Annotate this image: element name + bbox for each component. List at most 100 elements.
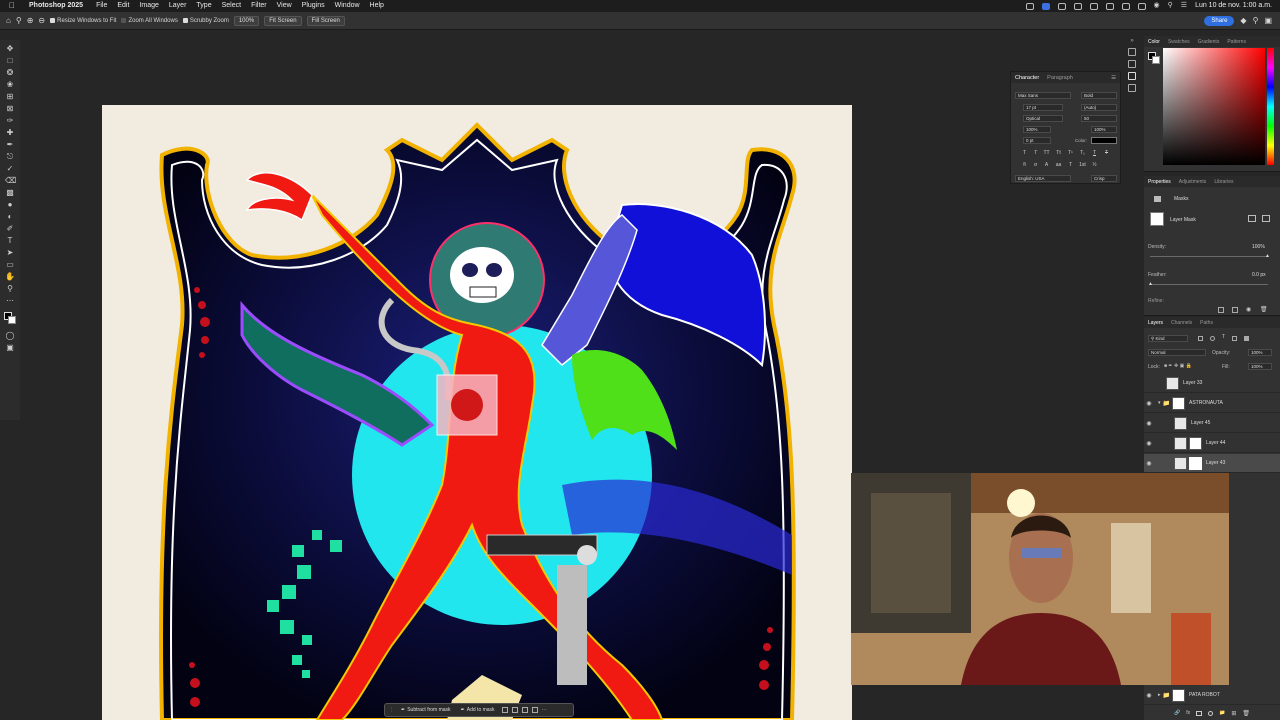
leading-field[interactable]: (Auto) bbox=[1081, 104, 1117, 111]
quick-mask-icon[interactable]: ◯ bbox=[5, 331, 15, 340]
brush-tool-icon[interactable]: ✒ bbox=[5, 140, 15, 149]
tab-paths[interactable]: Paths bbox=[1200, 320, 1213, 326]
document-canvas[interactable] bbox=[102, 105, 852, 720]
ligature-icon[interactable]: fi bbox=[1021, 162, 1028, 169]
battery-icon[interactable] bbox=[1137, 2, 1146, 10]
stamp-tool-icon[interactable]: ⎋ bbox=[5, 152, 15, 161]
layer-row[interactable]: ◉ Layer 45 bbox=[1144, 414, 1280, 433]
path-select-tool-icon[interactable]: ➤ bbox=[5, 248, 15, 257]
baseline-shift-field[interactable]: 0 pt bbox=[1023, 137, 1051, 144]
control-center-icon[interactable]: ☰ bbox=[1181, 0, 1187, 12]
menu-file[interactable]: File bbox=[91, 0, 112, 12]
mask-thumbnail[interactable] bbox=[1150, 212, 1164, 226]
menu-image[interactable]: Image bbox=[134, 0, 163, 12]
camera-icon[interactable] bbox=[1057, 2, 1066, 10]
kerning-field[interactable]: Optical bbox=[1023, 115, 1063, 122]
panel-menu-icon[interactable]: ☰ bbox=[1111, 75, 1120, 81]
invert-mask-icon[interactable] bbox=[511, 707, 518, 713]
menu-help[interactable]: Help bbox=[365, 0, 389, 12]
tab-character[interactable]: Character bbox=[1015, 75, 1039, 81]
dropbox-icon[interactable] bbox=[1089, 2, 1098, 10]
density-value[interactable]: 100% bbox=[1252, 244, 1265, 250]
fractions-icon[interactable]: ½ bbox=[1091, 162, 1098, 169]
mask-settings-icon[interactable] bbox=[531, 707, 538, 713]
adjustment-layer-icon[interactable] bbox=[1208, 710, 1214, 716]
cloud-icon[interactable] bbox=[1073, 2, 1082, 10]
filter-smart-icon[interactable] bbox=[1244, 336, 1249, 341]
feather-value[interactable]: 0.0 px bbox=[1252, 272, 1266, 278]
layer-name[interactable]: Layer 45 bbox=[1191, 420, 1210, 426]
color-field[interactable] bbox=[1163, 48, 1265, 165]
add-mask-icon[interactable] bbox=[1248, 215, 1256, 222]
subtract-from-mask-button[interactable]: ✒ Subtract from mask bbox=[398, 706, 454, 714]
workspace-icon[interactable]: ▣ bbox=[1264, 16, 1272, 25]
visibility-toggle-icon[interactable]: ◉ bbox=[1144, 692, 1154, 699]
filter-adjust-icon[interactable] bbox=[1210, 336, 1215, 341]
layer-row[interactable]: ◉ Layer 44 bbox=[1144, 434, 1280, 453]
titling-icon[interactable]: T bbox=[1067, 162, 1074, 169]
layer-name[interactable]: Layer 44 bbox=[1206, 440, 1225, 446]
layer-name[interactable]: Layer 33 bbox=[1183, 380, 1202, 386]
all-caps-icon[interactable]: TT bbox=[1043, 150, 1050, 157]
ordinals-icon[interactable]: 1st bbox=[1079, 162, 1086, 169]
fill-mask-icon[interactable] bbox=[521, 707, 528, 713]
alternates-icon[interactable]: aa bbox=[1055, 162, 1062, 169]
shape-tool-icon[interactable]: ▭ bbox=[5, 260, 15, 269]
layer-row[interactable]: Layer 33 bbox=[1144, 374, 1280, 393]
layer-group-row[interactable]: ◉ ▸ 📁 PATA ROBOT bbox=[1144, 686, 1280, 705]
superscript-icon[interactable]: T¹ bbox=[1067, 150, 1074, 157]
more-tools-icon[interactable]: ⋯ bbox=[5, 296, 15, 305]
quick-select-tool-icon[interactable]: ❀ bbox=[5, 80, 15, 89]
apple-icon[interactable]:  bbox=[0, 0, 24, 12]
share-button[interactable]: Share bbox=[1204, 15, 1235, 26]
swash-icon[interactable]: A bbox=[1043, 162, 1050, 169]
tab-properties[interactable]: Properties bbox=[1148, 179, 1171, 185]
home-icon[interactable]: ⌂ bbox=[6, 16, 11, 25]
zoom-all-checkbox[interactable]: Zoom All Windows bbox=[121, 18, 178, 24]
tab-paragraph[interactable]: Paragraph bbox=[1047, 75, 1073, 81]
feather-slider[interactable] bbox=[1150, 284, 1268, 285]
antialias-field[interactable]: Crisp bbox=[1091, 175, 1117, 182]
hue-slider[interactable] bbox=[1267, 48, 1274, 165]
panel-icon-comments[interactable] bbox=[1128, 48, 1136, 56]
background-color-swatch[interactable] bbox=[1152, 56, 1160, 64]
new-group-icon[interactable]: 📁 bbox=[1219, 710, 1225, 716]
expand-chevron-icon[interactable]: ▸ bbox=[1158, 692, 1161, 698]
feather-slider-thumb[interactable]: ▲ bbox=[1148, 281, 1153, 287]
apply-mask-icon[interactable] bbox=[1232, 307, 1238, 313]
eyedropper-tool-icon[interactable]: ✑ bbox=[5, 116, 15, 125]
visibility-toggle-icon[interactable]: ◉ bbox=[1144, 400, 1154, 407]
workspace-search-icon[interactable]: ⚲ bbox=[1253, 16, 1259, 25]
text-color-swatch[interactable] bbox=[1091, 137, 1117, 144]
healing-tool-icon[interactable]: ✚ bbox=[5, 128, 15, 137]
tab-channels[interactable]: Channels bbox=[1171, 320, 1192, 326]
marquee-tool-icon[interactable]: □ bbox=[5, 56, 15, 65]
control-icon[interactable] bbox=[1105, 2, 1114, 10]
pen-tool-icon[interactable]: ✐ bbox=[5, 224, 15, 233]
new-layer-icon[interactable]: ⊞ bbox=[1231, 710, 1236, 717]
vector-mask-icon[interactable] bbox=[1262, 215, 1270, 222]
tab-adjustments[interactable]: Adjustments bbox=[1179, 179, 1207, 185]
density-slider[interactable] bbox=[1150, 256, 1268, 257]
density-slider-thumb[interactable]: ▲ bbox=[1265, 253, 1270, 259]
font-style-field[interactable]: Bold bbox=[1081, 92, 1117, 99]
tab-swatches[interactable]: Swatches bbox=[1168, 39, 1190, 45]
learn-icon[interactable]: ◆ bbox=[1240, 16, 1246, 25]
horizontal-scale-field[interactable]: 100% bbox=[1091, 126, 1117, 133]
tracking-field[interactable]: 50 bbox=[1081, 115, 1117, 122]
frame-tool-icon[interactable]: ⊠ bbox=[5, 104, 15, 113]
add-mask-footer-icon[interactable] bbox=[1196, 710, 1203, 716]
more-options-icon[interactable]: ⋯ bbox=[542, 707, 547, 713]
panel-icon-character[interactable] bbox=[1128, 72, 1136, 80]
visibility-toggle-icon[interactable]: ◉ bbox=[1144, 420, 1154, 427]
menu-filter[interactable]: Filter bbox=[246, 0, 272, 12]
strikethrough-icon[interactable]: T bbox=[1103, 150, 1110, 157]
recording-icon[interactable] bbox=[1041, 2, 1050, 10]
menu-select[interactable]: Select bbox=[217, 0, 246, 12]
screen-record-icon[interactable] bbox=[1025, 2, 1034, 10]
scrubby-zoom-checkbox[interactable]: Scrubby Zoom bbox=[182, 18, 229, 24]
expand-chevron-icon[interactable]: ▾ bbox=[1158, 400, 1161, 406]
menu-type[interactable]: Type bbox=[191, 0, 216, 12]
zoom-in-icon[interactable]: ⊕ bbox=[27, 16, 34, 25]
blend-mode-select[interactable]: Normal bbox=[1148, 349, 1206, 356]
